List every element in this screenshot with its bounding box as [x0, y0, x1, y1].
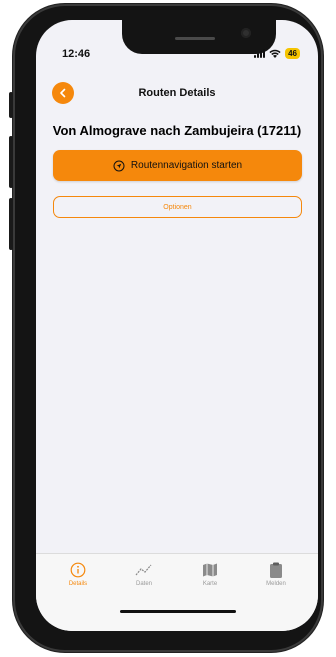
wifi-icon	[269, 49, 281, 58]
tab-details[interactable]: Details	[50, 562, 106, 587]
status-time: 12:46	[62, 48, 91, 60]
tab-melden[interactable]: Melden	[248, 562, 304, 587]
clipboard-icon	[270, 562, 282, 578]
tab-label: Details	[68, 581, 88, 587]
speaker	[175, 37, 215, 40]
navigation-bar: Routen Details	[36, 82, 318, 110]
tab-bar: Details Daten Karte Melden	[36, 553, 318, 631]
battery-indicator: 46	[285, 48, 300, 59]
home-indicator[interactable]	[120, 610, 236, 613]
volume-up-button	[9, 136, 13, 188]
tab-label: Karte	[202, 581, 218, 587]
info-icon	[70, 562, 86, 578]
front-camera	[241, 28, 251, 38]
tab-label: Daten	[135, 581, 152, 587]
start-navigation-button[interactable]: Routennavigation starten	[53, 150, 302, 181]
start-navigation-label: Routennavigation starten	[130, 160, 243, 171]
cellular-signal-icon	[254, 49, 266, 58]
page-title: Routen Details	[138, 87, 216, 99]
map-icon	[203, 563, 217, 577]
route-title: Von Almograve nach Zambujeira (17211)	[52, 123, 302, 138]
tab-karte[interactable]: Karte	[182, 562, 238, 587]
status-indicators: 46	[254, 48, 300, 59]
notch	[122, 20, 276, 54]
navigation-arrow-icon	[113, 160, 125, 171]
phone-screen: 12:46 46 Routen Details Von Almograve na…	[36, 20, 318, 631]
mute-switch	[9, 92, 13, 118]
tab-label: Melden	[266, 581, 286, 587]
chart-line-icon	[135, 564, 152, 576]
tab-daten[interactable]: Daten	[116, 562, 172, 587]
options-label: Optionen	[163, 203, 192, 211]
options-button[interactable]: Optionen	[53, 196, 302, 218]
volume-down-button	[9, 198, 13, 250]
